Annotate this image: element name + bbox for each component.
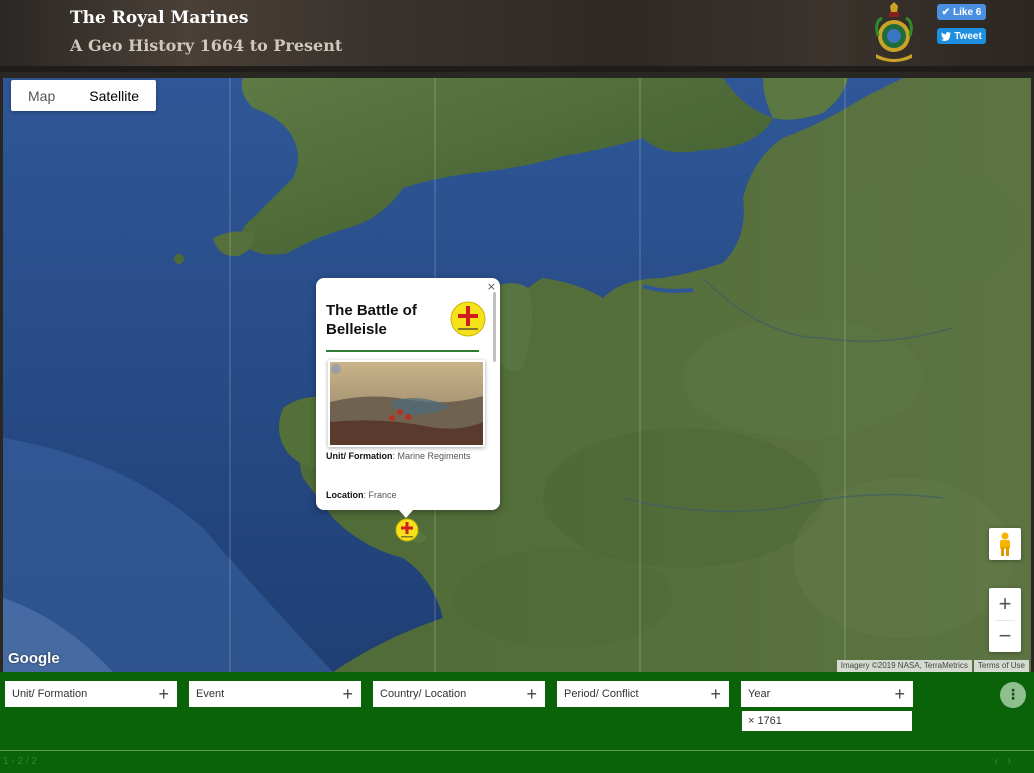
twitter-bird-icon <box>941 31 952 41</box>
pegman-icon <box>1000 532 1010 556</box>
location-label: Location <box>326 490 364 500</box>
battle-title: The Battle of Belleisle <box>326 302 417 338</box>
like-label: Like 6 <box>953 6 982 18</box>
pager-count: 1 - 2 / 2 <box>3 756 37 767</box>
satellite-map[interactable]: Map Satellite + − Google Imagery ©2019 N… <box>3 78 1031 672</box>
location-value: : France <box>363 490 397 500</box>
regiments-of-marines-marker-icon[interactable] <box>395 518 419 542</box>
site-title[interactable]: The Royal Marines <box>70 8 248 28</box>
royal-marines-crest-icon <box>875 2 913 62</box>
facebook-like-button[interactable]: ✔ Like 6 <box>937 4 986 20</box>
filter-country-location[interactable]: Country/ Location + <box>373 681 545 707</box>
imagery-credit: Imagery ©2019 NASA, TerraMetrics <box>836 660 972 672</box>
plus-icon[interactable]: + <box>526 685 537 703</box>
zoom-control: + − <box>989 588 1021 652</box>
map-type-satellite-button[interactable]: Satellite <box>72 80 156 111</box>
map-type-control: Map Satellite <box>11 80 157 111</box>
battle-painting-image[interactable] <box>328 360 485 447</box>
tweet-label: Tweet <box>954 30 982 42</box>
next-page-icon[interactable]: › <box>1007 754 1012 768</box>
unit-formation-label: Unit/ Formation <box>326 451 393 461</box>
regiments-of-marines-badge-icon <box>450 301 486 337</box>
filter-period-conflict-label: Period/ Conflict <box>564 688 639 700</box>
filter-period-conflict[interactable]: Period/ Conflict + <box>557 681 729 707</box>
map-imagery <box>3 78 1031 672</box>
filter-event-label: Event <box>196 688 225 700</box>
map-attribution: Imagery ©2019 NASA, TerraMetrics Terms o… <box>836 660 1029 672</box>
zoom-out-button[interactable]: − <box>989 620 1021 652</box>
map-type-map-button[interactable]: Map <box>11 80 72 111</box>
filter-year-label: Year <box>748 688 771 700</box>
unit-formation-value: : Marine Regiments <box>392 451 471 461</box>
remove-chip-icon[interactable]: × <box>748 715 754 727</box>
pager-divider <box>0 750 1034 751</box>
title-divider <box>326 350 479 352</box>
more-options-button[interactable]: ⋮ <box>1000 682 1026 708</box>
filter-bar: Unit/ Formation + Event + Country/ Locat… <box>0 672 1034 773</box>
site-header: The Royal Marines A Geo History 1664 to … <box>0 0 1034 72</box>
plus-icon[interactable]: + <box>342 685 353 703</box>
location-field: Location: France <box>326 489 486 502</box>
terms-of-use-link[interactable]: Terms of Use <box>973 660 1029 672</box>
plus-icon[interactable]: + <box>710 685 721 703</box>
year-filter-chip: × 1761 <box>742 711 912 731</box>
info-window-scrollbar[interactable] <box>493 292 496 362</box>
filter-unit-formation-label: Unit/ Formation <box>12 688 88 700</box>
painting-illustration <box>330 362 483 445</box>
site-subtitle: A Geo History 1664 to Present <box>70 36 343 55</box>
filter-country-location-label: Country/ Location <box>380 688 467 700</box>
filter-year[interactable]: Year + <box>741 681 913 707</box>
pager-arrows: ‹ › <box>994 754 1012 768</box>
street-view-pegman-button[interactable] <box>989 528 1021 560</box>
plus-icon[interactable]: + <box>894 685 905 703</box>
battle-info-window: × The Battle of Belleisle Unit/ Formatio… <box>316 278 500 518</box>
google-logo[interactable]: Google <box>8 650 60 667</box>
tweet-button[interactable]: Tweet <box>937 28 986 44</box>
zoom-divider <box>995 620 1015 621</box>
year-chip-value: 1761 <box>757 715 782 727</box>
previous-page-icon[interactable]: ‹ <box>994 754 999 768</box>
unit-formation-field: Unit/ Formation: Marine Regiments <box>326 450 486 463</box>
filter-unit-formation[interactable]: Unit/ Formation + <box>5 681 177 707</box>
filter-event[interactable]: Event + <box>189 681 361 707</box>
plus-icon[interactable]: + <box>158 685 169 703</box>
check-icon: ✔ <box>941 6 951 18</box>
zoom-in-button[interactable]: + <box>989 588 1021 620</box>
